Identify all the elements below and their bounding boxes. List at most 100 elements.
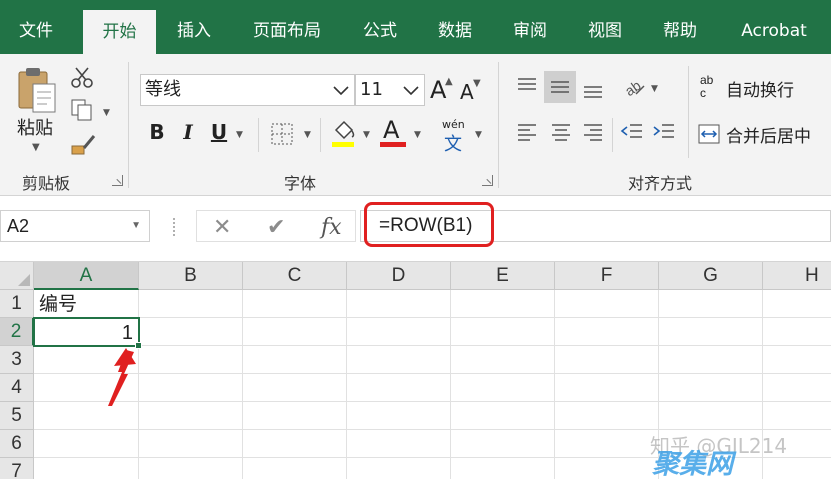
increase-indent-icon[interactable] bbox=[652, 122, 676, 144]
phonetic-dropdown-chevron-icon[interactable]: ▼ bbox=[475, 130, 482, 140]
grid-cell[interactable] bbox=[659, 318, 763, 346]
font-name-select[interactable]: 等线 bbox=[140, 74, 355, 106]
grid-cell[interactable] bbox=[451, 374, 555, 402]
grid-cell[interactable] bbox=[659, 346, 763, 374]
bold-button[interactable]: B bbox=[146, 120, 168, 144]
grid-cell[interactable] bbox=[243, 374, 347, 402]
row-header-7[interactable]: 7 bbox=[0, 458, 34, 479]
cut-icon[interactable] bbox=[70, 66, 94, 88]
tab-help[interactable]: 帮助 bbox=[650, 0, 710, 54]
grid-cell[interactable] bbox=[243, 402, 347, 430]
format-painter-icon[interactable] bbox=[70, 134, 96, 156]
grid-cell[interactable] bbox=[659, 290, 763, 318]
column-header-c[interactable]: C bbox=[243, 262, 347, 290]
row-header-6[interactable]: 6 bbox=[0, 430, 34, 458]
copy-dropdown-chevron-icon[interactable]: ▼ bbox=[103, 108, 110, 118]
grid-cell[interactable] bbox=[451, 458, 555, 479]
column-header-a[interactable]: A bbox=[34, 262, 139, 290]
grid-cell[interactable] bbox=[34, 430, 139, 458]
grid-cell[interactable] bbox=[763, 318, 831, 346]
orientation-dropdown-chevron-icon[interactable]: ▼ bbox=[651, 84, 658, 94]
tab-view[interactable]: 视图 bbox=[575, 0, 635, 54]
grid-cell[interactable] bbox=[763, 402, 831, 430]
italic-button[interactable]: I bbox=[177, 120, 199, 144]
decrease-indent-icon[interactable] bbox=[620, 122, 644, 144]
grid-cell[interactable] bbox=[243, 430, 347, 458]
fill-color-icon[interactable] bbox=[330, 118, 356, 148]
font-size-select[interactable]: 11 bbox=[355, 74, 425, 106]
increase-font-size-button[interactable]: A bbox=[430, 76, 446, 104]
tab-data[interactable]: 数据 bbox=[425, 0, 485, 54]
grid-cell[interactable] bbox=[555, 374, 659, 402]
borders-icon[interactable] bbox=[270, 122, 294, 146]
column-header-d[interactable]: D bbox=[347, 262, 451, 290]
align-bottom-icon[interactable] bbox=[582, 80, 604, 100]
cancel-icon[interactable]: ✕ bbox=[213, 215, 231, 240]
grid-cell[interactable] bbox=[243, 458, 347, 479]
grid-cell[interactable] bbox=[555, 318, 659, 346]
grid-cell[interactable] bbox=[139, 430, 243, 458]
copy-icon[interactable] bbox=[70, 98, 94, 122]
grid-cell[interactable] bbox=[555, 402, 659, 430]
grid-cell[interactable] bbox=[139, 290, 243, 318]
grid-cell[interactable] bbox=[347, 402, 451, 430]
column-header-f[interactable]: F bbox=[555, 262, 659, 290]
row-header-5[interactable]: 5 bbox=[0, 402, 34, 430]
grid-cell[interactable] bbox=[347, 318, 451, 346]
grid-cell[interactable] bbox=[451, 290, 555, 318]
paste-icon[interactable] bbox=[17, 66, 59, 114]
grid-cell[interactable] bbox=[347, 374, 451, 402]
row-header-3[interactable]: 3 bbox=[0, 346, 34, 374]
fill-color-dropdown-chevron-icon[interactable]: ▼ bbox=[363, 130, 370, 140]
grid-cell[interactable] bbox=[555, 346, 659, 374]
grid-cell[interactable] bbox=[451, 402, 555, 430]
align-left-icon[interactable] bbox=[516, 122, 538, 144]
decrease-font-size-button[interactable]: A bbox=[460, 80, 474, 104]
grid-cell[interactable] bbox=[347, 290, 451, 318]
font-launcher-icon[interactable] bbox=[482, 175, 493, 186]
grid-cell[interactable] bbox=[451, 346, 555, 374]
grid-cell[interactable] bbox=[139, 402, 243, 430]
tab-file[interactable]: 文件 bbox=[0, 0, 72, 54]
orientation-icon[interactable]: ab bbox=[622, 74, 646, 98]
grid-cell[interactable] bbox=[139, 346, 243, 374]
grid-cell[interactable] bbox=[347, 430, 451, 458]
paste-button-label[interactable]: 粘贴 bbox=[17, 114, 53, 140]
column-header-e[interactable]: E bbox=[451, 262, 555, 290]
tab-home[interactable]: 开始 bbox=[83, 10, 156, 54]
merge-center-button[interactable]: 合并后居中 bbox=[698, 120, 826, 150]
grid-cell[interactable] bbox=[139, 318, 243, 346]
grid-cell[interactable] bbox=[34, 458, 139, 479]
row-header-2[interactable]: 2 bbox=[0, 318, 34, 346]
grid-cell[interactable] bbox=[347, 458, 451, 479]
paste-dropdown-chevron-icon[interactable]: ▼ bbox=[32, 142, 40, 153]
column-header-g[interactable]: G bbox=[659, 262, 763, 290]
grid-cell[interactable] bbox=[555, 458, 659, 479]
clipboard-launcher-icon[interactable] bbox=[112, 175, 123, 186]
grid-cell[interactable] bbox=[243, 318, 347, 346]
font-color-dropdown-chevron-icon[interactable]: ▼ bbox=[414, 130, 421, 140]
tab-page-layout[interactable]: 页面布局 bbox=[240, 0, 334, 54]
tab-acrobat[interactable]: Acrobat bbox=[728, 0, 820, 54]
font-color-button[interactable]: A bbox=[380, 116, 406, 148]
grid-cell[interactable] bbox=[139, 458, 243, 479]
column-header-b[interactable]: B bbox=[139, 262, 243, 290]
grid-cell[interactable] bbox=[659, 374, 763, 402]
phonetic-guide-button[interactable]: wén 文 bbox=[440, 118, 468, 155]
tab-formulas[interactable]: 公式 bbox=[350, 0, 410, 54]
row-header-1[interactable]: 1 bbox=[0, 290, 34, 318]
tab-review[interactable]: 审阅 bbox=[500, 0, 560, 54]
grid-cell[interactable] bbox=[451, 430, 555, 458]
select-all-button[interactable] bbox=[0, 262, 34, 290]
grid-cell[interactable] bbox=[243, 290, 347, 318]
enter-icon[interactable]: ✔ bbox=[267, 215, 285, 240]
align-center-icon[interactable] bbox=[550, 122, 572, 144]
grid-cell[interactable] bbox=[451, 318, 555, 346]
align-top-icon[interactable] bbox=[516, 76, 538, 96]
grid-cell[interactable] bbox=[555, 430, 659, 458]
borders-dropdown-chevron-icon[interactable]: ▼ bbox=[304, 130, 311, 140]
column-header-h[interactable]: H bbox=[763, 262, 831, 290]
cell-a1[interactable]: 编号 bbox=[34, 290, 139, 318]
grid-cell[interactable] bbox=[555, 290, 659, 318]
row-header-4[interactable]: 4 bbox=[0, 374, 34, 402]
